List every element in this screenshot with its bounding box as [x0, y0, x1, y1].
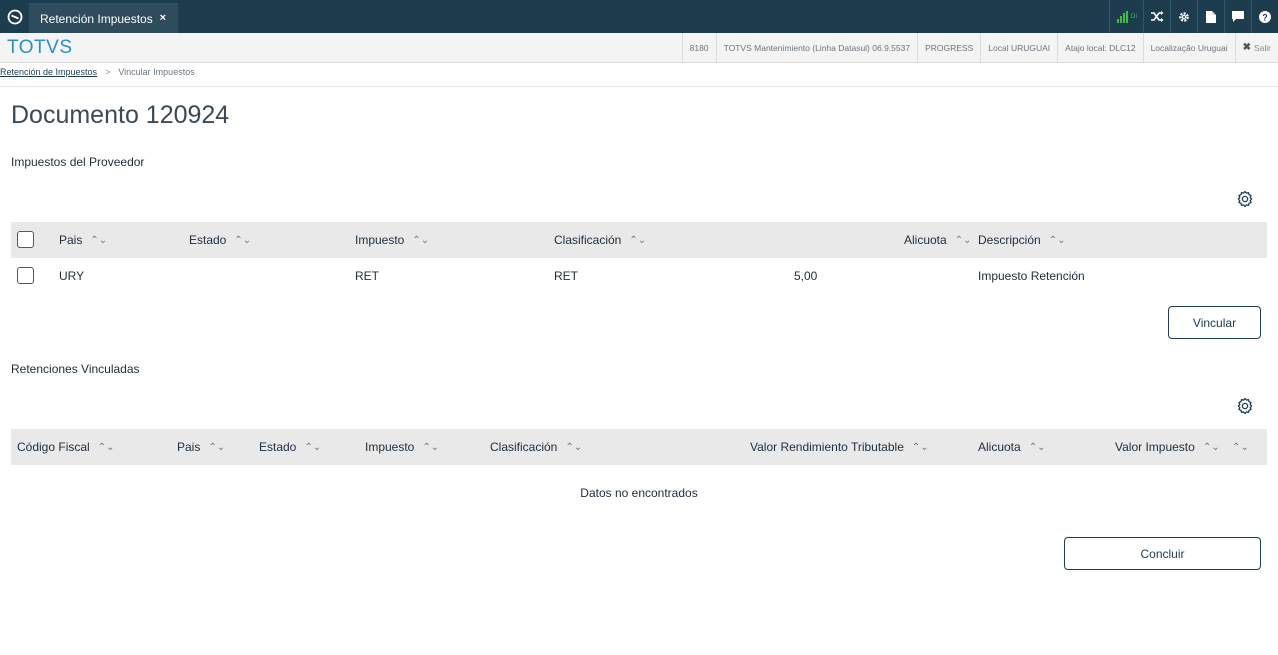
sort-icon: ⌃⌄: [911, 441, 929, 453]
sort-icon: ⌃⌄: [565, 441, 583, 453]
column-header-alicuota[interactable]: Alicuota ⌃⌄: [978, 429, 1045, 465]
cell-alicuota: 5,00: [794, 269, 818, 283]
sort-icon: ⌃⌄: [90, 234, 108, 246]
svg-text:?: ?: [1262, 12, 1268, 22]
sort-icon: ⌃⌄: [629, 234, 647, 246]
document-icon[interactable]: [1197, 0, 1224, 33]
cell-clasificacion: RET: [554, 269, 578, 283]
concluir-button[interactable]: Concluir: [1064, 537, 1261, 570]
empty-message: Datos no encontrados: [580, 486, 698, 500]
signal-label: DI: [1131, 13, 1137, 20]
divider: [0, 86, 1278, 87]
column-header-impuesto[interactable]: Impuesto ⌃⌄: [365, 429, 439, 465]
info-shortcut[interactable]: Atajo local: DLC12: [1057, 33, 1142, 62]
column-header-valor-rendimiento[interactable]: Valor Rendimiento Tributable ⌃⌄: [750, 429, 929, 465]
app-bar: TOTVS 8180 TOTVS Mantenimiento (Linha Da…: [0, 33, 1278, 63]
chat-icon[interactable]: [1224, 0, 1251, 33]
table-header: Pais ⌃⌄ Estado ⌃⌄ Impuesto ⌃⌄ Clasificación…: [11, 222, 1267, 258]
breadcrumb-current: Vincular Impuestos: [118, 67, 195, 77]
column-header-pais[interactable]: Pais ⌃⌄: [59, 222, 107, 258]
info-local[interactable]: Local URUGUAI: [980, 33, 1057, 62]
vincular-button[interactable]: Vincular: [1168, 306, 1261, 339]
column-header-actions[interactable]: ⌃⌄: [1232, 429, 1249, 465]
column-header-pais[interactable]: Pais ⌃⌄: [177, 429, 225, 465]
info-product[interactable]: TOTVS Mantenimiento (Linha Datasul) 06.9…: [715, 33, 917, 62]
sort-icon: ⌃⌄: [304, 441, 322, 453]
sort-icon: ⌃⌄: [422, 441, 440, 453]
column-header-clasificacion[interactable]: Clasificación ⌃⌄: [490, 429, 582, 465]
column-header-estado[interactable]: Estado ⌃⌄: [189, 222, 251, 258]
signal-icon[interactable]: DI: [1109, 0, 1143, 33]
section-title-supplier-taxes: Impuestos del Proveedor: [11, 155, 145, 169]
brand-logo: TOTVS: [7, 37, 73, 58]
section-title-linked-retentions: Retenciones Vinculadas: [11, 362, 140, 376]
select-all-checkbox[interactable]: [17, 231, 34, 248]
info-company[interactable]: 8180: [681, 33, 716, 62]
info-localization[interactable]: Localização Uruguai: [1142, 33, 1235, 62]
tab-retencion-impuestos[interactable]: Retención Impuestos ×: [29, 3, 178, 33]
table-settings-gear-icon[interactable]: [1236, 190, 1254, 208]
close-tab-icon[interactable]: ×: [160, 12, 166, 24]
info-database[interactable]: PROGRESS: [917, 33, 980, 62]
logout-label: Salir: [1253, 42, 1271, 53]
cell-pais: URY: [59, 269, 85, 283]
close-icon: ✖: [1242, 42, 1251, 53]
sort-icon: ⌃⌄: [234, 234, 252, 246]
breadcrumb-link[interactable]: Retención de Impuestos: [0, 67, 97, 77]
sort-icon: ⌃⌄: [1202, 441, 1220, 453]
sort-icon: ⌃⌄: [1232, 441, 1249, 453]
column-header-valor-impuesto[interactable]: Valor Impuesto ⌃⌄: [1115, 429, 1220, 465]
sort-icon: ⌃⌄: [1028, 441, 1046, 453]
top-bar: Retención Impuestos × DI ?: [0, 0, 1278, 33]
row-checkbox[interactable]: [17, 267, 34, 284]
table-header: Código Fiscal ⌃⌄ Pais ⌃⌄ Estado ⌃⌄ Impuesto…: [11, 429, 1267, 465]
table-settings-gear-icon[interactable]: [1236, 397, 1254, 415]
sort-icon: ⌃⌄: [412, 234, 430, 246]
menu-logo-icon[interactable]: [0, 0, 29, 33]
sort-icon: ⌃⌄: [208, 441, 226, 453]
column-header-impuesto[interactable]: Impuesto ⌃⌄: [355, 222, 429, 258]
cell-descripcion: Impuesto Retención: [978, 269, 1085, 283]
column-header-clasificacion[interactable]: Clasificación ⌃⌄: [554, 222, 646, 258]
column-header-estado[interactable]: Estado ⌃⌄: [259, 429, 321, 465]
breadcrumb: Retención de Impuestos > Vincular Impues…: [0, 65, 195, 79]
column-header-alicuota[interactable]: Alicuota ⌃⌄: [904, 222, 971, 258]
sort-icon: ⌃⌄: [97, 441, 115, 453]
help-icon[interactable]: ?: [1251, 0, 1278, 33]
gear-icon[interactable]: [1170, 0, 1197, 33]
sort-icon: ⌃⌄: [954, 234, 972, 246]
tab-label: Retención Impuestos: [40, 12, 153, 26]
shuffle-icon[interactable]: [1143, 0, 1170, 33]
cell-impuesto: RET: [355, 269, 379, 283]
chevron-right-icon: >: [105, 67, 111, 77]
column-header-codigo-fiscal[interactable]: Código Fiscal ⌃⌄: [17, 429, 114, 465]
sort-icon: ⌃⌄: [1048, 234, 1066, 246]
page-title: Documento 120924: [11, 101, 230, 129]
column-header-descripcion[interactable]: Descripción ⌃⌄: [978, 222, 1065, 258]
logout-button[interactable]: ✖ Salir: [1234, 33, 1278, 62]
